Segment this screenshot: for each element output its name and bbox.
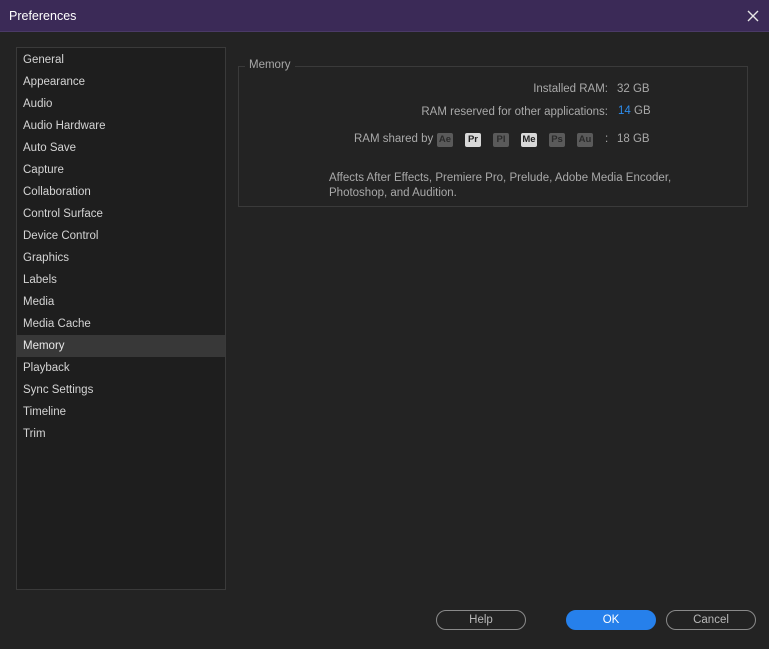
memory-group: Memory Installed RAM: 32 GB RAM reserved… [238,59,748,207]
reserved-ram-number[interactable]: 14 [618,105,631,117]
cancel-button[interactable]: Cancel [666,610,756,630]
help-button[interactable]: Help [436,610,526,630]
app-badge-pl[interactable]: Pl [493,133,509,147]
close-icon [747,10,759,22]
sidebar-item-collaboration[interactable]: Collaboration [17,181,225,203]
memory-group-title: Memory [245,59,295,71]
sidebar-item-device-control[interactable]: Device Control [17,225,225,247]
sidebar-item-audio[interactable]: Audio [17,93,225,115]
sidebar-item-memory[interactable]: Memory [17,335,225,357]
sidebar-item-appearance[interactable]: Appearance [17,71,225,93]
sidebar-item-control-surface[interactable]: Control Surface [17,203,225,225]
installed-ram-value: 32 GB [617,83,650,95]
app-badge-pr[interactable]: Pr [465,133,481,147]
sidebar-item-audio-hardware[interactable]: Audio Hardware [17,115,225,137]
sidebar-item-capture[interactable]: Capture [17,159,225,181]
preferences-sidebar: General Appearance Audio Audio Hardware Auto… [16,47,226,590]
app-badge-ae[interactable]: Ae [437,133,453,147]
window-title: Preferences [9,9,77,23]
close-button[interactable] [741,4,765,28]
sidebar-item-labels[interactable]: Labels [17,269,225,291]
sidebar-item-sync-settings[interactable]: Sync Settings [17,379,225,401]
shared-ram-value: 18 GB [617,133,650,145]
sidebar-item-media[interactable]: Media [17,291,225,313]
sidebar-item-graphics[interactable]: Graphics [17,247,225,269]
sidebar-list: General Appearance Audio Audio Hardware Auto… [17,48,225,445]
sidebar-item-playback[interactable]: Playback [17,357,225,379]
title-bar: Preferences [0,0,769,32]
reserved-ram-label: RAM reserved for other applications: [421,106,608,118]
memory-note: Affects After Effects, Premiere Pro, Pre… [329,172,672,199]
app-badge-me[interactable]: Me [521,133,537,147]
sidebar-item-timeline[interactable]: Timeline [17,401,225,423]
sidebar-item-auto-save[interactable]: Auto Save [17,137,225,159]
ok-button[interactable]: OK [566,610,656,630]
sidebar-item-media-cache[interactable]: Media Cache [17,313,225,335]
memory-panel: Memory Installed RAM: 32 GB RAM reserved… [238,33,758,593]
preferences-dialog: General Appearance Audio Audio Hardware Auto… [0,33,769,649]
sidebar-item-trim[interactable]: Trim [17,423,225,445]
app-badge-ps[interactable]: Ps [549,133,565,147]
installed-ram-label: Installed RAM: [533,83,608,95]
app-badge-au[interactable]: Au [577,133,593,147]
reserved-ram-value[interactable]: 14 GB [618,105,651,117]
shared-separator: : [605,133,609,145]
reserved-ram-unit: GB [634,105,651,117]
sidebar-item-general[interactable]: General [17,49,225,71]
shared-ram-label: RAM shared by [354,133,434,145]
